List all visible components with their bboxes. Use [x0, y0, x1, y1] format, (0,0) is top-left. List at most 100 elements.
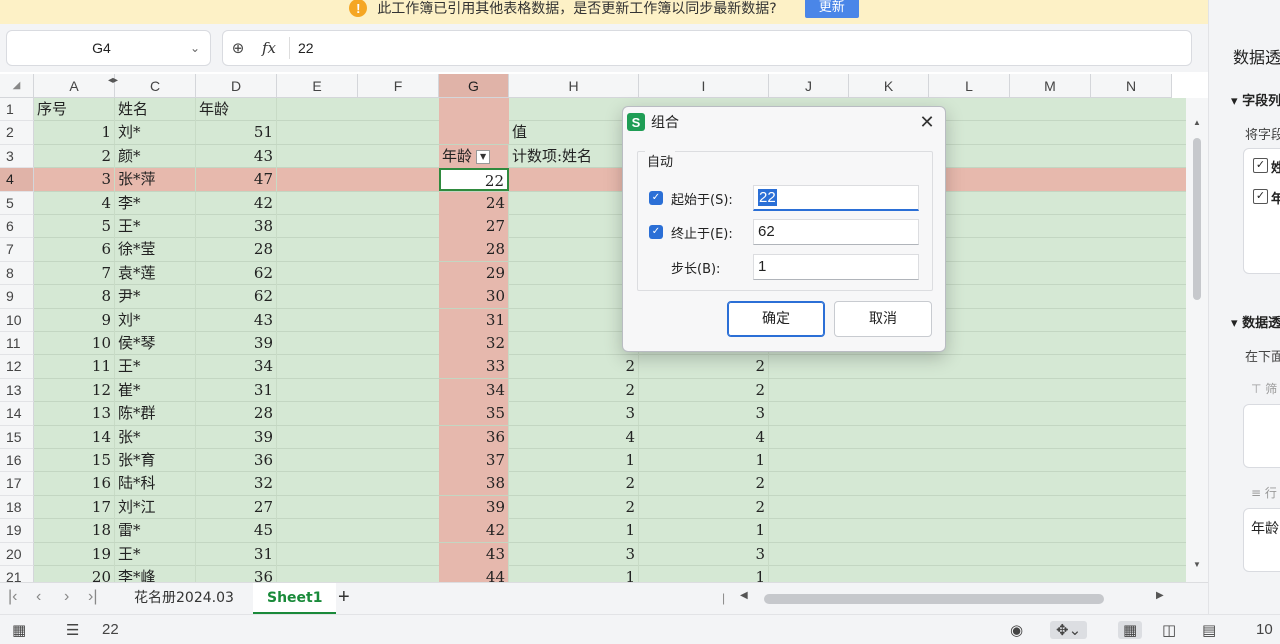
cell-seq[interactable]: 2 — [34, 144, 115, 168]
row-header[interactable]: 5 — [0, 191, 34, 215]
freeze-icon[interactable]: ✥⌄ — [1050, 621, 1088, 639]
pivot-age-cell[interactable]: 39 — [439, 495, 509, 519]
filter-dropdown-icon[interactable]: ▼ — [476, 149, 491, 164]
column-header-l[interactable]: L — [929, 74, 1010, 98]
row-header[interactable]: 11 — [0, 332, 34, 356]
cell-name[interactable]: 雷* — [115, 519, 196, 543]
cell-age[interactable]: 31 — [196, 378, 277, 402]
header-seq[interactable]: 序号 — [34, 98, 115, 121]
cell-name[interactable]: 颜* — [115, 144, 196, 168]
step-input[interactable]: 1 — [753, 254, 919, 280]
header-name[interactable]: 姓名 — [115, 98, 196, 121]
cell-seq[interactable]: 3 — [34, 168, 115, 192]
formula-bar[interactable]: ⊕ fx 22 — [222, 30, 1192, 66]
name-box[interactable]: G4 ⌄ — [6, 30, 211, 66]
cell-name[interactable]: 刘*江 — [115, 495, 196, 519]
pivot-count-h[interactable]: 1 — [509, 519, 639, 543]
pivot-age-cell[interactable]: 34 — [439, 378, 509, 402]
cell-name[interactable]: 陈*群 — [115, 402, 196, 426]
pivot-count-h[interactable]: 3 — [509, 402, 639, 426]
cell-name[interactable]: 侯*琴 — [115, 332, 196, 355]
spreadsheet-grid[interactable]: ◢ A C D E F G H I J K L M N ◂▸ 1 序号 姓名 年龄 2 1 刘* 51 值 3 2 颜* 43 年龄 ▼ 计… — [0, 74, 1186, 582]
pivot-age-cell[interactable]: 43 — [439, 542, 509, 566]
pivot-count-i[interactable]: 1 — [639, 566, 769, 582]
cell-age[interactable]: 62 — [196, 261, 277, 285]
cell-seq[interactable]: 6 — [34, 238, 115, 262]
column-header-m[interactable]: M — [1010, 74, 1091, 98]
pivot-age-cell[interactable]: 33 — [439, 355, 509, 379]
cell-seq[interactable]: 10 — [34, 332, 115, 355]
pivot-count-i[interactable]: 2 — [639, 472, 769, 496]
vertical-scrollbar[interactable]: ▲ ▼ — [1186, 98, 1208, 582]
formula-content[interactable]: 22 — [298, 40, 314, 56]
macro-icon[interactable]: ▦ — [12, 621, 26, 639]
cell-name[interactable]: 张*育 — [115, 449, 196, 472]
cell-age[interactable]: 28 — [196, 402, 277, 426]
pivot-age-cell[interactable]: 37 — [439, 449, 509, 472]
pivot-age-cell[interactable]: 22 — [439, 168, 509, 192]
column-header-a[interactable]: A — [34, 74, 115, 98]
column-header-e[interactable]: E — [277, 74, 358, 98]
pivot-value-label[interactable]: 值 — [509, 121, 639, 145]
pivot-count-h[interactable]: 4 — [509, 425, 639, 449]
column-header-c[interactable]: C — [115, 74, 196, 98]
column-header-k[interactable]: K — [849, 74, 929, 98]
cell-seq[interactable]: 17 — [34, 495, 115, 519]
start-checkbox[interactable]: ✓ — [649, 191, 663, 205]
next-sheet-icon[interactable]: › — [64, 588, 69, 606]
cell-name[interactable]: 尹* — [115, 285, 196, 309]
ok-button[interactable]: 确定 — [727, 301, 825, 337]
row-header[interactable]: 12 — [0, 355, 34, 379]
end-input[interactable]: 62 — [753, 219, 919, 245]
row-header[interactable]: 2 — [0, 121, 34, 145]
hscroll-thumb[interactable] — [764, 594, 1104, 604]
row-header[interactable]: 18 — [0, 495, 34, 520]
cell-seq[interactable]: 1 — [34, 121, 115, 145]
filter-drop-box[interactable] — [1243, 404, 1280, 468]
cell-age[interactable]: 38 — [196, 215, 277, 238]
row-header[interactable]: 4 — [0, 168, 34, 192]
pivot-count-h[interactable]: 3 — [509, 542, 639, 566]
cell-seq[interactable]: 12 — [34, 378, 115, 402]
pivot-age-cell[interactable]: 38 — [439, 472, 509, 496]
pivot-age-cell[interactable]: 24 — [439, 191, 509, 215]
row-header[interactable]: 20 — [0, 542, 34, 566]
row-header[interactable]: 16 — [0, 449, 34, 473]
cell-seq[interactable]: 8 — [34, 285, 115, 309]
row-header[interactable]: 13 — [0, 378, 34, 403]
cell-name[interactable]: 李* — [115, 191, 196, 215]
cancel-button[interactable]: 取消 — [834, 301, 932, 337]
cell-seq[interactable]: 4 — [34, 191, 115, 215]
chevron-down-icon[interactable]: ⌄ — [180, 41, 210, 55]
scroll-left-icon[interactable]: ◀ — [740, 590, 748, 601]
sheet-tab-sheet1[interactable]: Sheet1 — [253, 583, 337, 614]
pivot-count-h[interactable]: 2 — [509, 355, 639, 379]
pivot-age-cell[interactable]: 30 — [439, 285, 509, 309]
pivot-count-i[interactable]: 2 — [639, 378, 769, 402]
pivot-count-i[interactable]: 2 — [639, 355, 769, 379]
last-sheet-icon[interactable]: ›| — [88, 588, 97, 606]
normal-view-icon[interactable]: ▦ — [1118, 621, 1143, 639]
column-header-i[interactable]: I — [639, 74, 769, 98]
cell-name[interactable]: 刘* — [115, 308, 196, 332]
pivot-age-cell[interactable]: 44 — [439, 566, 509, 582]
row-header[interactable]: 15 — [0, 425, 34, 449]
pivot-count-h[interactable]: 2 — [509, 472, 639, 496]
cell-name[interactable]: 王* — [115, 542, 196, 566]
add-sheet-icon[interactable]: + — [338, 586, 350, 609]
pivot-count-h[interactable]: 1 — [509, 566, 639, 582]
column-header-d[interactable]: D — [196, 74, 277, 98]
cell-seq[interactable]: 11 — [34, 355, 115, 379]
cell-age[interactable]: 43 — [196, 308, 277, 332]
page-break-icon[interactable]: ▤ — [1202, 621, 1216, 639]
pivot-count-h[interactable]: 2 — [509, 495, 639, 519]
prev-sheet-icon[interactable]: ‹ — [36, 588, 41, 606]
row-header[interactable]: 3 — [0, 144, 34, 169]
cell-age[interactable]: 32 — [196, 472, 277, 496]
hidden-column-marker-icon[interactable]: ◂▸ — [108, 74, 118, 88]
field-list-section[interactable]: ▾ 字段列 — [1231, 90, 1280, 109]
end-checkbox[interactable]: ✓ — [649, 225, 663, 239]
cell-name[interactable]: 李*峰 — [115, 566, 196, 582]
cell-seq[interactable]: 5 — [34, 215, 115, 238]
cell-name[interactable]: 徐*莹 — [115, 238, 196, 262]
